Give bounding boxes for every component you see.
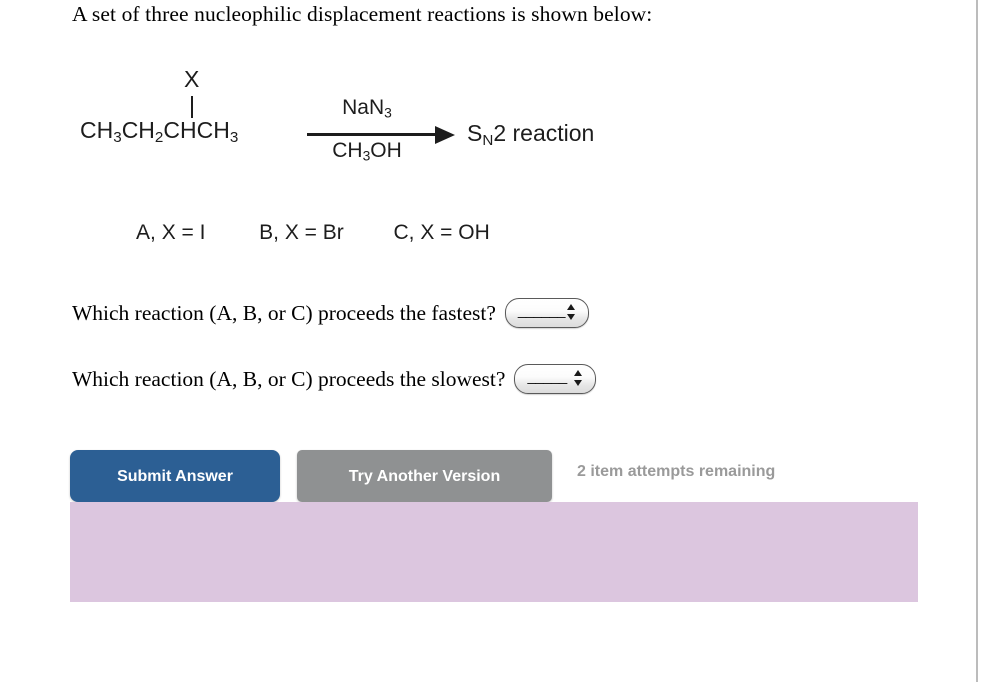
choice-a-label: A, [136,221,156,244]
reagent-label: NaN3 [342,96,392,121]
page-edge-divider [976,0,978,682]
choice-c-value: X = OH [420,221,490,244]
answer-select-fastest-value: ______ [517,302,566,319]
feedback-panel [70,502,918,602]
chevron-updown-icon [566,304,576,322]
exercise-page: A set of three nucleophilic displacement… [0,0,977,682]
choice-c-label: C, [393,221,415,244]
bond-line-icon [191,96,193,118]
arrow-head-icon [435,126,455,144]
choice-c: C, X = OH [393,221,489,245]
reaction-scheme: X CH3CH2CHCH3 NaN3 CH3OH SN2 reaction [72,60,692,190]
attempts-remaining-label: 2 item attempts remaining [577,463,776,480]
chevron-updown-icon [574,370,583,388]
substituent-x-label: X [184,66,200,92]
choice-b-value: X = Br [284,221,344,244]
reaction-type-label: SN2 reaction [467,120,595,149]
answer-select-slowest[interactable]: _____ [514,364,597,394]
choice-list: A, X = I B, X = Br C, X = OH [136,221,490,245]
choice-b-label: B, [259,221,279,244]
solvent-label: CH3OH [332,139,402,164]
arrow-shaft-icon [307,133,441,136]
question-slowest-label: Which reaction (A, B, or C) proceeds the… [72,366,506,391]
substrate-formula: CH3CH2CHCH3 [80,117,239,146]
page-title: A set of three nucleophilic displacement… [72,2,653,26]
question-slowest-row: Which reaction (A, B, or C) proceeds the… [72,364,597,394]
answer-select-slowest-value: _____ [527,368,567,385]
choice-a-value: X = I [161,221,206,244]
submit-answer-button[interactable]: Submit Answer [70,450,280,502]
try-another-version-button[interactable]: Try Another Version [297,450,552,502]
question-fastest-row: Which reaction (A, B, or C) proceeds the… [72,298,589,328]
answer-select-fastest[interactable]: ______ [504,298,589,328]
question-fastest-label: Which reaction (A, B, or C) proceeds the… [72,300,496,325]
choice-a: A, X = I [136,221,205,245]
reaction-arrow-group: NaN3 CH3OH [307,96,459,182]
substrate-structure: X CH3CH2CHCH3 [80,60,310,170]
choice-b: B, X = Br [259,221,344,245]
